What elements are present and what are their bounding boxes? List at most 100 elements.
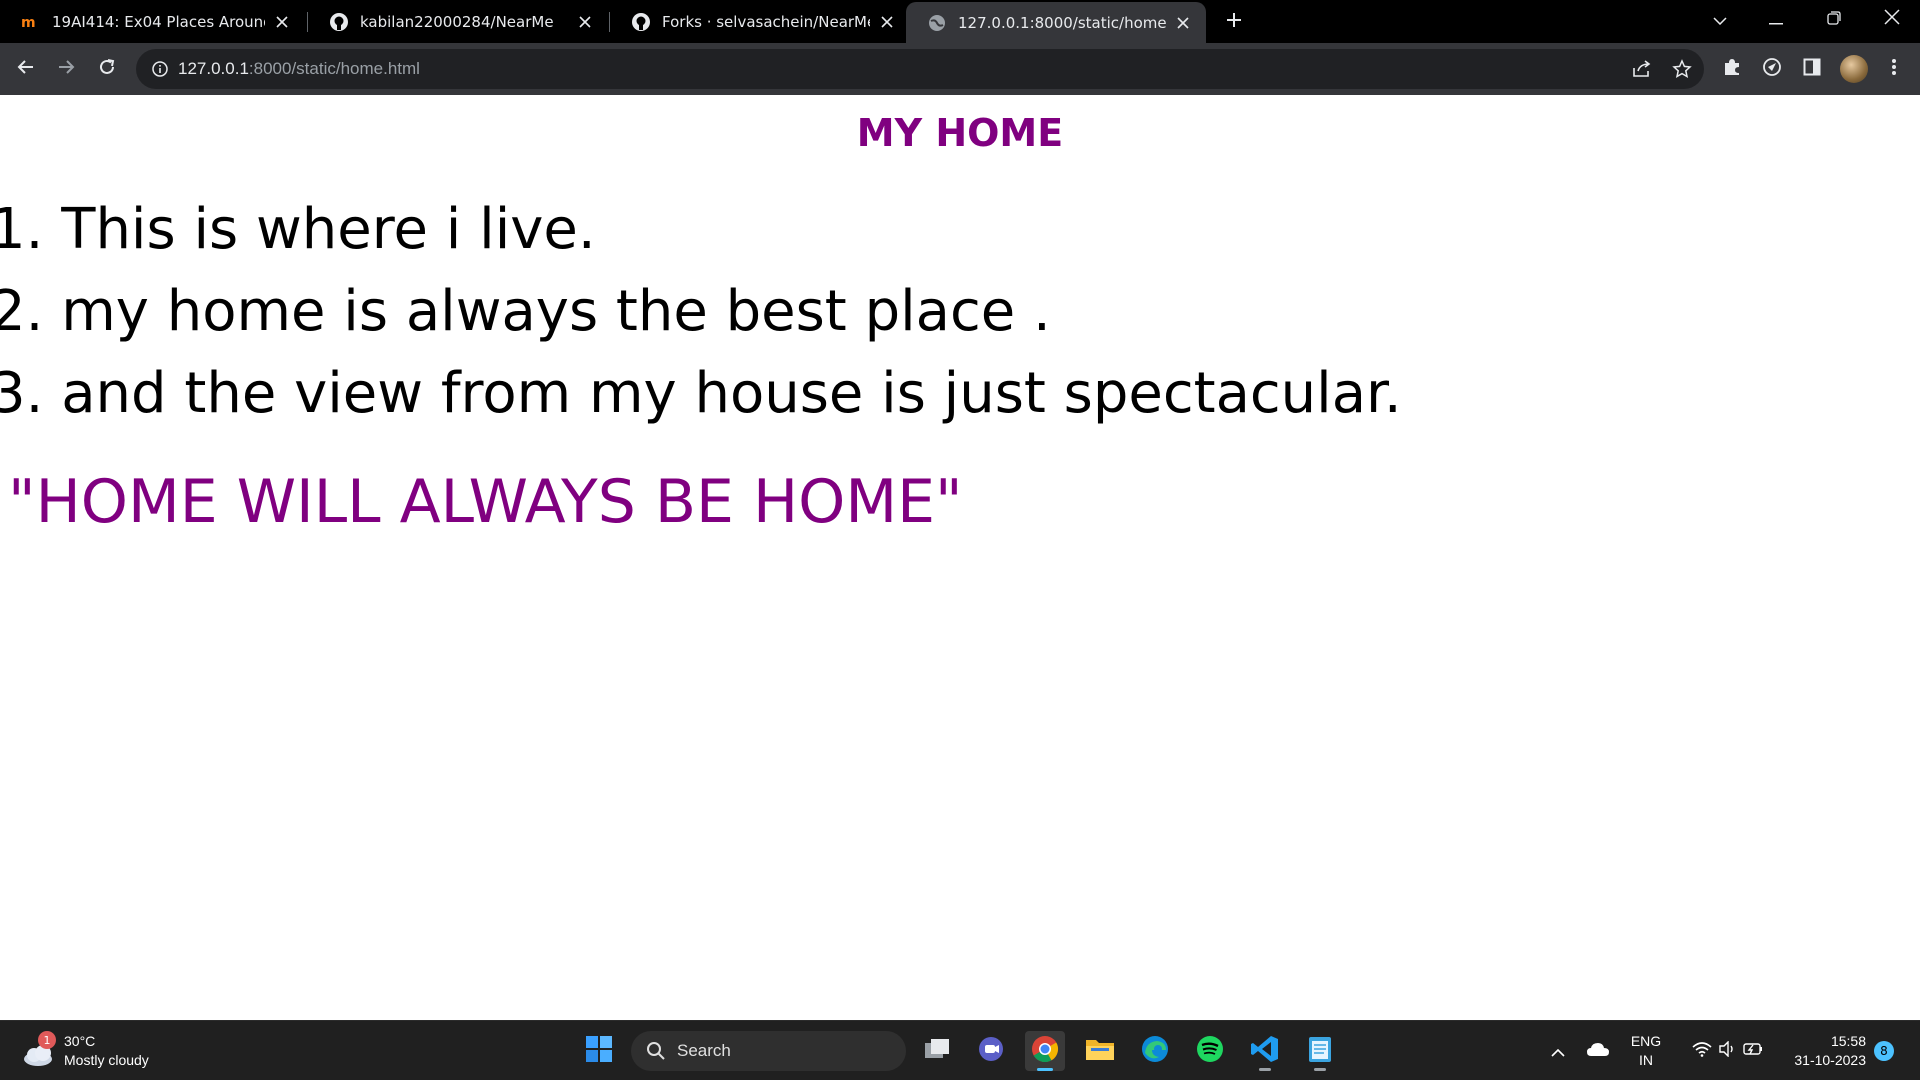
vscode-button[interactable] <box>1245 1031 1285 1071</box>
info-icon[interactable] <box>148 57 172 81</box>
profile-avatar[interactable] <box>1840 55 1868 83</box>
close-icon[interactable] <box>876 11 898 33</box>
github-icon <box>328 11 350 33</box>
language-indicator[interactable]: ENG IN <box>1626 1032 1666 1070</box>
close-icon[interactable] <box>574 11 596 33</box>
puzzle-icon <box>1722 57 1742 81</box>
running-indicator <box>1037 1068 1053 1071</box>
folder-icon <box>1085 1036 1115 1066</box>
extensions-button[interactable] <box>1716 53 1748 85</box>
start-button[interactable] <box>579 1031 619 1071</box>
show-hidden-icons-button[interactable] <box>1544 1037 1572 1065</box>
battery-charging-icon <box>1742 1041 1764 1061</box>
tab-title: Forks · selvasachein/NearMe <box>662 13 870 31</box>
file-explorer-button[interactable] <box>1080 1031 1120 1071</box>
more-vertical-icon <box>1891 58 1897 80</box>
running-indicator <box>1314 1068 1326 1071</box>
search-label: Search <box>677 1041 731 1060</box>
cloud-icon: 1 <box>20 1031 60 1071</box>
page-title: MY HOME <box>856 111 1064 155</box>
quick-settings-button[interactable] <box>1678 1037 1778 1065</box>
reload-button[interactable] <box>91 53 123 85</box>
edge-button[interactable] <box>1135 1031 1175 1071</box>
web-page: MY HOME 1. This is where i live. 2. my h… <box>0 95 1920 1020</box>
restore-icon <box>1827 10 1841 29</box>
moodle-icon: m <box>20 11 42 33</box>
notepad-icon <box>1307 1034 1333 1068</box>
home-quote: "HOME WILL ALWAYS BE HOME" <box>8 467 963 537</box>
chrome-icon <box>1030 1034 1060 1068</box>
arrow-right-icon <box>57 58 75 80</box>
region-code: IN <box>1639 1052 1653 1068</box>
address-bar[interactable]: 127.0.0.1:8000/static/home.html <box>136 49 1704 89</box>
plus-icon <box>1225 11 1243 33</box>
task-view-icon <box>923 1037 951 1065</box>
tab-github-kabilan[interactable]: kabilan22000284/NearMe <box>308 2 608 42</box>
clock-date: 31-10-2023 <box>1794 1052 1866 1068</box>
reload-icon <box>98 58 116 80</box>
weather-widget[interactable]: 1 30°C Mostly cloudy <box>20 1029 149 1073</box>
search-icon <box>645 1040 667 1062</box>
bookmark-star-icon[interactable] <box>1670 57 1694 81</box>
menu-button[interactable] <box>1878 53 1910 85</box>
close-icon <box>1884 9 1900 29</box>
spotify-icon <box>1195 1034 1225 1068</box>
taskbar-search[interactable]: Search <box>631 1031 906 1071</box>
edge-icon <box>1140 1034 1170 1068</box>
close-icon[interactable] <box>1172 12 1194 34</box>
list-item: 1. This is where i live. <box>0 197 596 262</box>
teams-chat-button[interactable] <box>971 1031 1011 1071</box>
url-path: :8000/static/home.html <box>248 59 420 78</box>
tab-github-forks[interactable]: Forks · selvasachein/NearMe <box>610 2 910 42</box>
arrow-left-icon <box>17 58 35 80</box>
side-panel-icon <box>1803 58 1821 80</box>
extension-button[interactable] <box>1756 53 1788 85</box>
minimize-button[interactable] <box>1748 0 1804 38</box>
onedrive-cloud-icon <box>1586 1041 1610 1061</box>
tab-title: kabilan22000284/NearMe <box>360 13 554 31</box>
clock-time: 15:58 <box>1830 1033 1866 1049</box>
github-icon <box>630 11 652 33</box>
onedrive-button[interactable] <box>1584 1037 1612 1065</box>
tab-strip: m 19AI414: Ex04 Places Around Me kabilan… <box>0 0 1920 43</box>
taskbar: 1 30°C Mostly cloudy Search ENG IN 15:58… <box>0 1020 1920 1080</box>
task-view-button[interactable] <box>917 1031 957 1071</box>
weather-text: 30°C Mostly cloudy <box>64 1032 149 1070</box>
tab-title: 19AI414: Ex04 Places Around Me <box>52 13 265 31</box>
weather-temp: 30°C <box>64 1033 96 1049</box>
new-tab-button[interactable] <box>1220 8 1248 36</box>
minimize-icon <box>1769 10 1783 29</box>
clock[interactable]: 15:58 31-10-2023 <box>1780 1032 1866 1070</box>
list-item: 3. and the view from my house is just sp… <box>0 361 1402 426</box>
running-indicator <box>1259 1068 1271 1071</box>
volume-icon <box>1718 1040 1736 1061</box>
tab-title: 127.0.0.1:8000/static/home.html <box>958 13 1166 32</box>
globe-icon <box>926 12 948 34</box>
chrome-taskbar-button[interactable] <box>1025 1031 1065 1071</box>
extension-icon <box>1762 57 1782 81</box>
tab-home-html-active[interactable]: 127.0.0.1:8000/static/home.html <box>906 2 1206 43</box>
spotify-button[interactable] <box>1190 1031 1230 1071</box>
chat-icon <box>977 1035 1005 1067</box>
restore-button[interactable] <box>1806 0 1862 38</box>
notification-count-badge[interactable]: 8 <box>1874 1041 1894 1061</box>
url-text: 127.0.0.1:8000/static/home.html <box>178 59 420 79</box>
chevron-down-icon <box>1713 10 1727 29</box>
browser-toolbar: 127.0.0.1:8000/static/home.html <box>0 43 1920 95</box>
language-code: ENG <box>1630 1033 1662 1049</box>
side-panel-button[interactable] <box>1796 53 1828 85</box>
chevron-up-icon <box>1551 1042 1565 1061</box>
close-window-button[interactable] <box>1864 0 1920 38</box>
weather-condition: Mostly cloudy <box>64 1052 149 1068</box>
tab-search-button[interactable] <box>1692 0 1748 38</box>
notepad-button[interactable] <box>1300 1031 1340 1071</box>
tab-places-around-me[interactable]: m 19AI414: Ex04 Places Around Me <box>0 2 305 42</box>
svg-text:m: m <box>21 15 36 29</box>
vscode-icon <box>1250 1034 1280 1068</box>
share-icon[interactable] <box>1630 57 1654 81</box>
list-item: 2. my home is always the best place . <box>0 279 1051 344</box>
close-icon[interactable] <box>271 11 293 33</box>
weather-badge: 1 <box>38 1031 56 1049</box>
back-button[interactable] <box>10 53 42 85</box>
forward-button[interactable] <box>50 53 82 85</box>
